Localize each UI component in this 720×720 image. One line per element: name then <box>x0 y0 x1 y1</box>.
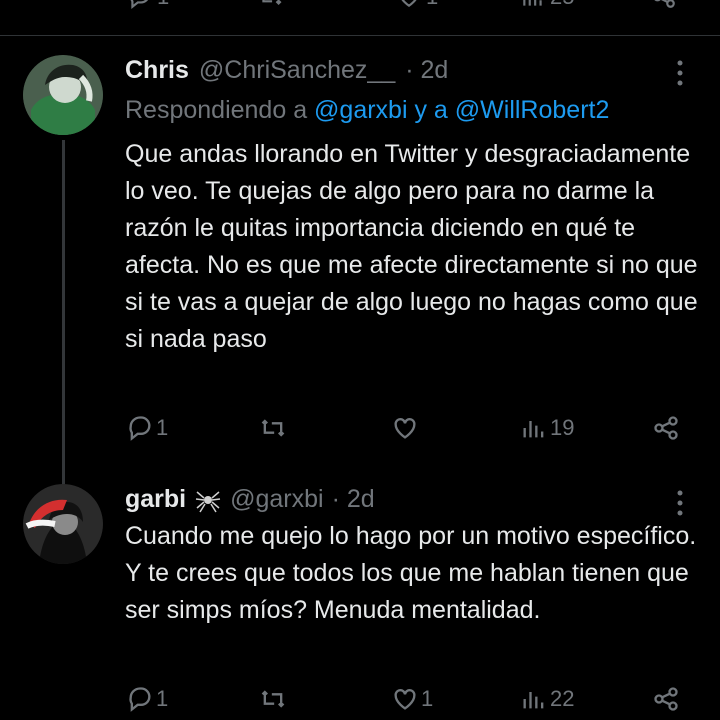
mention-link[interactable]: @WillRobert2 <box>455 96 610 124</box>
avatar-image <box>23 55 103 135</box>
view-count: 22 <box>550 686 575 711</box>
avatar-garbi[interactable] <box>23 484 103 564</box>
like-button[interactable] <box>391 414 421 442</box>
view-count: 19 <box>550 415 575 440</box>
timestamp[interactable]: · 2d <box>405 56 448 85</box>
views-button[interactable]: 22 <box>520 685 574 713</box>
thread-line <box>62 140 65 485</box>
heart-icon <box>394 689 416 710</box>
display-name[interactable]: Chris <box>125 56 189 85</box>
speech-bubble-icon <box>130 0 148 10</box>
tweet2-header: garbi @garxbi · 2d <box>125 485 375 514</box>
mention-link[interactable]: @garxbi <box>314 96 407 124</box>
reply-count: 1 <box>156 686 169 711</box>
retweet-icon <box>261 419 285 437</box>
reply-prefix: Respondiendo a <box>125 96 308 124</box>
vertical-dots-icon <box>677 60 683 86</box>
reply-count: 1 <box>156 415 169 440</box>
heart-icon <box>394 418 416 439</box>
like-count: 1 <box>421 686 434 711</box>
share-action[interactable] <box>651 0 677 10</box>
speech-bubble-icon <box>129 687 151 712</box>
share-icon <box>654 687 678 711</box>
retweet-button[interactable] <box>259 414 289 442</box>
retweet-button[interactable] <box>259 685 289 713</box>
speech-bubble-icon <box>129 416 151 441</box>
retweet-action[interactable] <box>258 0 284 10</box>
spider-icon <box>196 490 221 512</box>
tweet-text: Que andas llorando en Twitter y desgraci… <box>125 140 698 353</box>
retweet-icon <box>261 690 285 708</box>
timestamp[interactable]: · 2d <box>332 485 375 514</box>
share-icon <box>654 0 675 8</box>
reply-conjunction[interactable]: y a <box>414 96 447 124</box>
views-action[interactable]: 25 <box>520 0 574 10</box>
divider <box>0 35 720 36</box>
avatar-image <box>23 484 103 564</box>
tweet1-header: Chris @ChriSanchez__ · 2d <box>125 56 448 85</box>
like-count: 1 <box>426 0 438 10</box>
avatar-chris[interactable] <box>23 55 103 135</box>
more-button[interactable] <box>671 58 689 88</box>
view-count: 25 <box>550 0 574 10</box>
user-handle[interactable]: @garxbi <box>230 485 323 514</box>
previous-tweet-actions: 1 1 25 <box>0 0 720 16</box>
bar-chart-icon <box>523 421 544 438</box>
bar-chart-icon <box>523 0 542 6</box>
reply-button[interactable]: 1 <box>126 685 168 713</box>
reply-count: 1 <box>157 0 169 10</box>
like-action[interactable]: 1 <box>396 0 438 10</box>
like-button[interactable]: 1 <box>391 685 433 713</box>
more-button[interactable] <box>671 488 689 518</box>
share-button[interactable] <box>652 685 680 713</box>
reply-button[interactable]: 1 <box>126 414 168 442</box>
reply-action[interactable]: 1 <box>127 0 169 10</box>
display-name[interactable]: garbi <box>125 485 186 514</box>
views-button[interactable]: 19 <box>520 414 574 442</box>
share-icon <box>654 416 678 440</box>
share-button[interactable] <box>652 414 680 442</box>
tweet-text: Cuando me quejo lo hago por un motivo es… <box>125 522 697 624</box>
user-handle[interactable]: @ChriSanchez__ <box>199 56 395 85</box>
reply-context: Respondiendo a @garxbi y a @WillRobert2 <box>125 96 609 125</box>
heart-icon <box>401 0 417 7</box>
retweet-icon <box>262 0 282 6</box>
vertical-dots-icon <box>677 490 683 516</box>
bar-chart-icon <box>523 692 544 709</box>
